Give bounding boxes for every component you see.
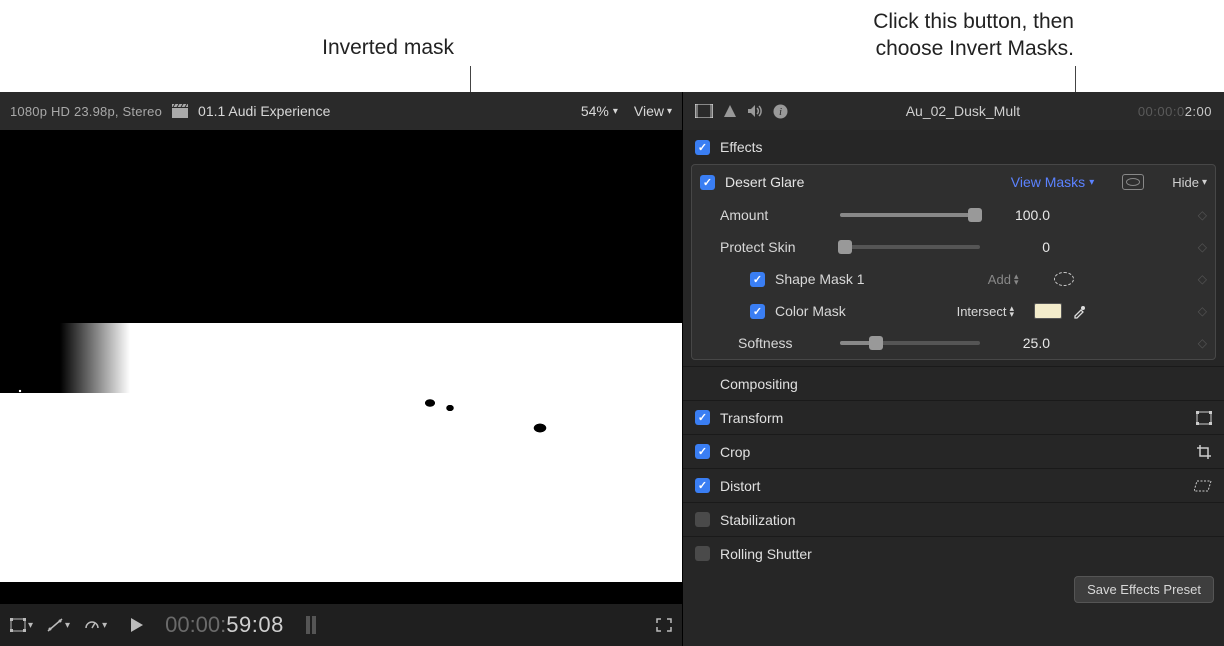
viewer-header: 1080p HD 23.98p, Stereo 01.1 Audi Experi…	[0, 92, 682, 130]
video-tab-icon[interactable]	[695, 104, 713, 118]
chevron-down-icon: ▾	[65, 620, 70, 631]
crop-checkbox[interactable]	[695, 444, 710, 459]
effect-name: Desert Glare	[725, 174, 804, 190]
crop-section[interactable]: Crop	[683, 434, 1224, 468]
effects-label: Effects	[720, 139, 763, 155]
softness-slider[interactable]	[840, 341, 980, 345]
app-window: 1080p HD 23.98p, Stereo 01.1 Audi Experi…	[0, 92, 1224, 646]
retime-tool-menu[interactable]: ▾	[47, 618, 70, 632]
inspector-header: i Au_02_Dusk_Mult 00:00:02:00	[683, 92, 1224, 130]
distort-section[interactable]: Distort	[683, 468, 1224, 502]
keyframe-icon[interactable]: ◇	[1198, 240, 1207, 254]
rolling-shutter-section[interactable]: Rolling Shutter	[683, 536, 1224, 570]
save-effects-preset-button[interactable]: Save Effects Preset	[1074, 576, 1214, 603]
fullscreen-button[interactable]	[656, 618, 672, 632]
inspector-timecode: 00:00:02:00	[1138, 104, 1212, 119]
transform-icon[interactable]	[1196, 411, 1212, 425]
stabilization-checkbox[interactable]	[695, 512, 710, 527]
compositing-section[interactable]: Compositing	[683, 366, 1224, 400]
softness-label: Softness	[720, 335, 830, 351]
info-tab-icon[interactable]: i	[773, 104, 788, 119]
param-label: Protect Skin	[720, 239, 830, 255]
distort-icon[interactable]	[1194, 479, 1212, 493]
section-label: Distort	[720, 478, 760, 494]
format-spec: 1080p HD 23.98p, Stereo	[10, 104, 162, 119]
section-label: Stabilization	[720, 512, 796, 528]
chevron-down-icon: ▾	[1089, 177, 1094, 188]
section-label: Compositing	[720, 376, 798, 392]
distort-checkbox[interactable]	[695, 478, 710, 493]
effects-checkbox[interactable]	[695, 140, 710, 155]
hide-menu[interactable]: Hide ▾	[1172, 175, 1207, 190]
chevron-down-icon: ▾	[667, 106, 672, 117]
apply-effect-masks-button[interactable]	[1122, 174, 1144, 190]
rolling-shutter-checkbox[interactable]	[695, 546, 710, 561]
param-label: Amount	[720, 207, 830, 223]
add-mask-menu[interactable]: Add ▴▾	[988, 272, 1019, 287]
view-menu[interactable]: View▾	[634, 103, 672, 119]
viewer-canvas-area	[0, 130, 682, 604]
callout-inverted-mask: Inverted mask	[322, 34, 454, 61]
inverted-mask-shape	[0, 393, 682, 582]
section-label: Rolling Shutter	[720, 546, 812, 562]
inspector-clip-name: Au_02_Dusk_Mult	[906, 103, 1020, 119]
zoom-menu[interactable]: 54%▾	[581, 103, 618, 119]
keyframe-icon[interactable]: ◇	[1198, 336, 1207, 350]
keyframe-icon[interactable]: ◇	[1198, 208, 1207, 222]
amount-slider[interactable]	[840, 213, 980, 217]
inspector-panel: i Au_02_Dusk_Mult 00:00:02:00 Effects De…	[683, 92, 1224, 646]
timecode-display[interactable]: 00:00:59:08	[165, 612, 284, 638]
chevron-down-icon: ▾	[1202, 177, 1207, 188]
viewer-canvas[interactable]	[0, 152, 682, 582]
section-label: Transform	[720, 410, 783, 426]
color-mask-label: Color Mask	[775, 303, 846, 319]
transform-section[interactable]: Transform	[683, 400, 1224, 434]
chevron-down-icon: ▾	[102, 620, 107, 631]
audio-tab-icon[interactable]	[747, 104, 763, 118]
clip-appearance-menu[interactable]: ▾	[84, 618, 107, 632]
callout-invert-masks: Click this button, then choose Invert Ma…	[873, 8, 1074, 63]
play-button[interactable]	[131, 618, 143, 632]
param-amount: Amount 100.0 ◇	[692, 199, 1215, 231]
param-shape-mask: Shape Mask 1 Add ▴▾ ◇	[692, 263, 1215, 295]
crop-icon[interactable]	[1196, 444, 1212, 460]
param-softness: Softness 25.0 ◇	[692, 327, 1215, 359]
onscreen-controls-button[interactable]	[1054, 272, 1074, 286]
stabilization-section[interactable]: Stabilization	[683, 502, 1224, 536]
svg-text:i: i	[779, 106, 782, 118]
clapperboard-icon[interactable]	[172, 104, 188, 118]
transform-checkbox[interactable]	[695, 410, 710, 425]
keyframe-icon[interactable]: ◇	[1198, 304, 1207, 318]
viewer-toolbar: ▾ ▾ ▾ 00:00:59:08	[0, 604, 682, 646]
protect-skin-slider[interactable]	[840, 245, 980, 249]
effect-header[interactable]: Desert Glare View Masks ▾ Hide ▾	[692, 165, 1215, 199]
protect-value[interactable]: 0	[990, 239, 1050, 255]
project-name: 01.1 Audi Experience	[198, 103, 330, 119]
transform-tool-menu[interactable]: ▾	[10, 618, 33, 632]
param-color-mask: Color Mask Intersect ▴▾ ◇	[692, 295, 1215, 327]
color-mask-checkbox[interactable]	[750, 304, 765, 319]
eyedropper-icon[interactable]	[1072, 304, 1087, 319]
chevron-down-icon: ▾	[28, 620, 33, 631]
chevron-down-icon: ▾	[613, 106, 618, 117]
effect-enable-checkbox[interactable]	[700, 175, 715, 190]
amount-value[interactable]: 100.0	[990, 207, 1050, 223]
generator-tab-icon[interactable]	[723, 104, 737, 118]
effect-desert-glare: Desert Glare View Masks ▾ Hide ▾ Amount …	[691, 164, 1216, 360]
viewer-panel: 1080p HD 23.98p, Stereo 01.1 Audi Experi…	[0, 92, 683, 646]
shape-mask-checkbox[interactable]	[750, 272, 765, 287]
audio-meter[interactable]	[306, 616, 316, 634]
effects-section-header[interactable]: Effects	[683, 130, 1224, 164]
section-label: Crop	[720, 444, 750, 460]
color-swatch[interactable]	[1034, 303, 1062, 319]
shape-mask-label: Shape Mask 1	[775, 271, 865, 287]
param-protect-skin: Protect Skin 0 ◇	[692, 231, 1215, 263]
view-masks-menu[interactable]: View Masks ▾	[1011, 174, 1094, 190]
softness-value[interactable]: 25.0	[990, 335, 1050, 351]
blend-mode-menu[interactable]: Intersect ▴▾	[957, 304, 1014, 319]
keyframe-icon[interactable]: ◇	[1198, 272, 1207, 286]
